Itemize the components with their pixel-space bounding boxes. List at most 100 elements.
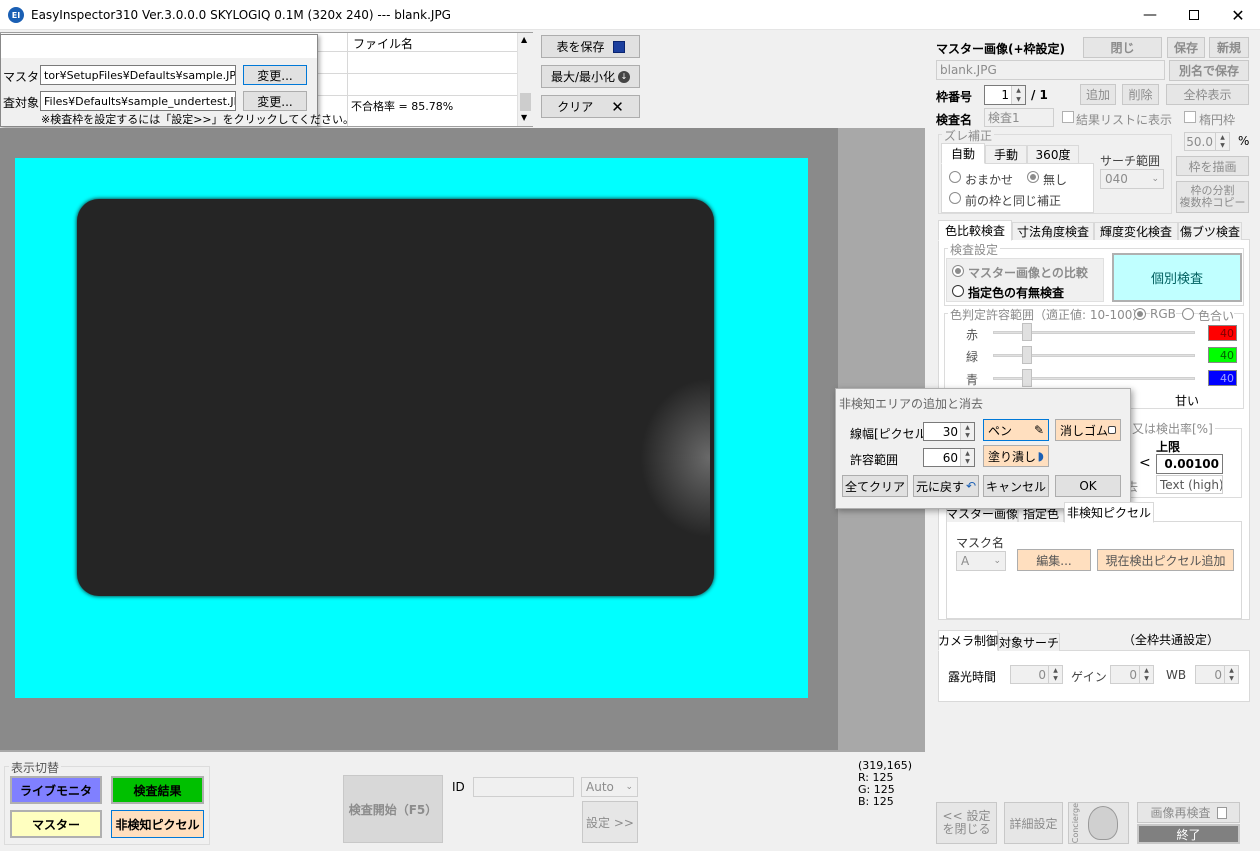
- master-change-button[interactable]: 変更...: [243, 65, 307, 85]
- start-inspection-button[interactable]: 検査開始（F5）: [343, 775, 443, 843]
- individual-inspect-button[interactable]: 個別検査: [1112, 253, 1242, 302]
- frame-no-stepper[interactable]: 1 ▲ ▼: [984, 85, 1026, 105]
- search-range-select[interactable]: 040 ⌄: [1100, 169, 1164, 189]
- common-setting-label: （全枠共通設定）: [1123, 633, 1220, 647]
- live-monitor-button[interactable]: ライブモニタ: [10, 776, 102, 804]
- text-high-field[interactable]: Text (high): [1156, 475, 1223, 494]
- cancel-button[interactable]: キャンセル: [983, 475, 1049, 497]
- scroll-down-icon[interactable]: ▼: [521, 113, 527, 122]
- split-copy-frame-button[interactable]: 枠の分割 複数枠コピー: [1176, 181, 1249, 213]
- reinspect-button[interactable]: 画像再検査: [1137, 802, 1240, 823]
- tab-color-compare[interactable]: 色比較検査: [938, 220, 1012, 241]
- auto-select[interactable]: Auto ⌄: [581, 777, 638, 797]
- same-option: 前の枠と同じ補正: [965, 194, 1062, 208]
- concierge-button[interactable]: Concierge: [1068, 802, 1129, 844]
- close-master-button[interactable]: 閉じ: [1083, 37, 1162, 58]
- floppy-icon: [612, 40, 625, 53]
- image-viewport[interactable]: [0, 128, 925, 752]
- x-icon: ✕: [611, 97, 624, 116]
- insp-name-field[interactable]: 検査1: [984, 108, 1054, 127]
- same-radio[interactable]: [949, 192, 961, 204]
- maxmin-label: 最大/最小化: [550, 70, 616, 84]
- undo-button[interactable]: 元に戻す ↶: [913, 475, 979, 497]
- close-settings-button[interactable]: << 設定 を閉じる: [936, 802, 997, 844]
- master-path-field[interactable]: tor¥SetupFiles¥Defaults¥sample.JPG: [40, 65, 236, 85]
- search-range-value: 040: [1105, 172, 1128, 186]
- id-input[interactable]: [473, 777, 574, 797]
- master-view-button[interactable]: マスター: [10, 810, 102, 838]
- save-master-button[interactable]: 保存: [1167, 37, 1205, 58]
- clear-button[interactable]: クリア ✕: [541, 95, 640, 118]
- save-as-button[interactable]: 別名で保存: [1169, 60, 1249, 81]
- draw-frame-button[interactable]: 枠を描画: [1176, 156, 1249, 176]
- pen-button[interactable]: ペン ✎: [983, 419, 1049, 441]
- close-icon[interactable]: ✕: [1216, 0, 1260, 30]
- inspection-result-button[interactable]: 検査結果: [111, 776, 204, 804]
- upper-label: 上限: [1156, 440, 1181, 454]
- undo-label: 元に戻す: [915, 479, 964, 494]
- settings-button[interactable]: 設定 >>: [582, 801, 638, 843]
- wb-label: WB: [1166, 668, 1187, 682]
- exit-button[interactable]: 終了: [1137, 824, 1240, 844]
- tolerance-stepper[interactable]: 60 ▲ ▼: [923, 448, 975, 467]
- eraser-button[interactable]: 消しゴム: [1055, 419, 1121, 441]
- exposure-stepper[interactable]: 0 ▲ ▼: [1010, 665, 1063, 684]
- ok-button[interactable]: OK: [1055, 475, 1121, 497]
- detail-settings-button[interactable]: 詳細設定: [1004, 802, 1063, 844]
- tab-camera-control[interactable]: カメラ制御: [938, 630, 998, 651]
- color-tolerance-title: 色判定許容範囲（適正値: 10-100）: [948, 306, 1147, 323]
- tab-brightness[interactable]: 輝度変化検査: [1094, 222, 1178, 240]
- tab-manual[interactable]: 手動: [985, 145, 1027, 163]
- percent-stepper[interactable]: 50.0 ▲ ▼: [1184, 132, 1230, 151]
- tab-flaw[interactable]: 傷ブツ検査: [1178, 222, 1242, 240]
- show-in-results-checkbox[interactable]: [1062, 111, 1074, 123]
- mask-name-value: A: [961, 554, 970, 568]
- add-frame-button[interactable]: 追加: [1080, 84, 1116, 105]
- auto-radio[interactable]: [949, 171, 961, 183]
- ellipse-checkbox[interactable]: [1184, 111, 1196, 123]
- tab-360[interactable]: 360度: [1027, 145, 1079, 163]
- gain-stepper[interactable]: 0 ▲ ▼: [1110, 665, 1154, 684]
- color-presence-radio[interactable]: [952, 285, 964, 297]
- scroll-thumb[interactable]: [520, 93, 531, 111]
- clear-all-button[interactable]: 全てクリア: [842, 475, 908, 497]
- target-change-button[interactable]: 変更...: [243, 91, 307, 111]
- wb-stepper[interactable]: 0 ▲ ▼: [1195, 665, 1239, 684]
- exposure-value: 0: [1038, 667, 1046, 682]
- insp-setting-title: 検査設定: [948, 241, 1001, 258]
- green-slider-thumb[interactable]: [1022, 346, 1032, 364]
- mask-name-select[interactable]: A ⌄: [956, 551, 1006, 571]
- tab-target-search[interactable]: 対象サーチ: [998, 633, 1060, 651]
- display-switch-title: 表示切替: [9, 759, 62, 776]
- green-label: 緑: [966, 350, 979, 364]
- line-width-stepper[interactable]: 30 ▲ ▼: [923, 422, 975, 441]
- save-table-button[interactable]: 表を保存: [541, 35, 640, 58]
- delete-frame-button[interactable]: 削除: [1122, 84, 1159, 105]
- tab-auto[interactable]: 自動: [941, 143, 985, 164]
- maxmin-button[interactable]: 最大/最小化 ↓: [541, 65, 640, 88]
- minimize-icon[interactable]: —: [1128, 0, 1172, 30]
- add-current-pixels-button[interactable]: 現在検出ピクセル追加: [1097, 549, 1234, 571]
- blue-slider-thumb[interactable]: [1022, 369, 1032, 387]
- master-title: マスター画像(+枠設定): [936, 42, 1066, 56]
- scroll-up-icon[interactable]: ▲: [521, 35, 527, 44]
- maximize-icon[interactable]: [1172, 0, 1216, 30]
- target-path-field[interactable]: Files¥Defaults¥sample_undertest.JPG: [40, 91, 236, 111]
- table-col-header: ファイル名: [353, 37, 414, 51]
- show-all-frames-button[interactable]: 全枠表示: [1166, 84, 1249, 105]
- red-slider-thumb[interactable]: [1022, 323, 1032, 341]
- edit-mask-button[interactable]: 編集...: [1017, 549, 1091, 571]
- upper-value-field[interactable]: 0.00100: [1156, 454, 1223, 474]
- auto-value: Auto: [586, 780, 614, 794]
- tab-nondetect-pixel[interactable]: 非検知ピクセル: [1064, 502, 1154, 523]
- fill-button[interactable]: 塗り潰し ◗: [983, 445, 1049, 467]
- table-scrollbar[interactable]: ▲ ▼: [517, 33, 533, 126]
- hue-radio[interactable]: [1182, 308, 1194, 320]
- tab-dimension[interactable]: 寸法角度検査: [1012, 222, 1094, 240]
- nondetect-view-button[interactable]: 非検知ピクセル: [111, 810, 204, 838]
- none-radio[interactable]: [1027, 171, 1039, 183]
- master-compare-radio[interactable]: [952, 265, 964, 277]
- nondetect-area-dialog: 非検知エリアの追加と消去 線幅[ピクセル] 30 ▲ ▼ 許容範囲 60 ▲ ▼ ペン ✎…: [835, 388, 1131, 509]
- rgb-radio[interactable]: [1134, 308, 1146, 320]
- new-master-button[interactable]: 新規: [1209, 37, 1249, 58]
